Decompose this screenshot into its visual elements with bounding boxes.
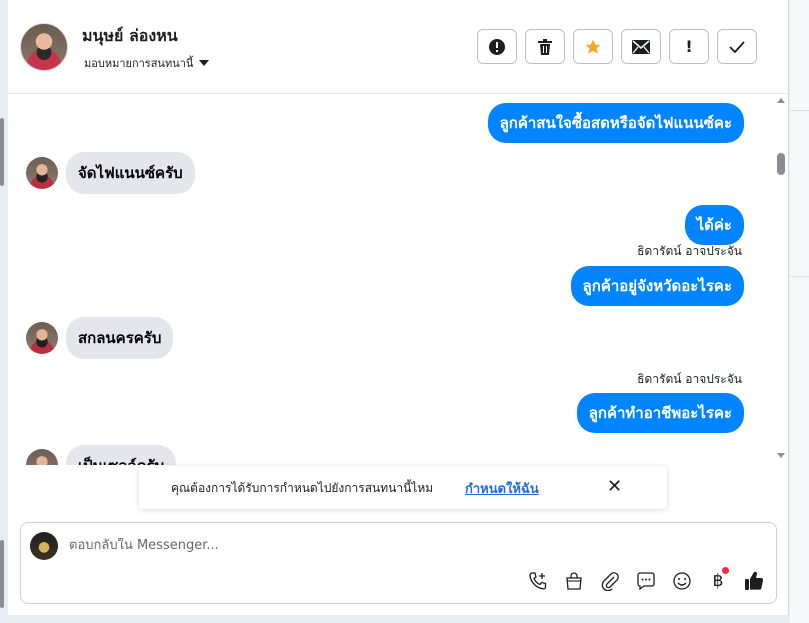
conversation-panel: มนุษย์ ล่องหน มอบหมายการสนทนานี้ ! ลูกค้… [8, 0, 789, 615]
alert-circle-icon [489, 38, 505, 55]
star-button[interactable] [573, 29, 613, 64]
page-avatar [30, 532, 58, 560]
done-button[interactable] [717, 29, 757, 64]
envelope-icon [632, 39, 650, 54]
assign-dropdown[interactable]: มอบหมายการสนทนานี้ [84, 54, 210, 72]
assign-label: มอบหมายการสนทนานี้ [84, 57, 194, 70]
message-incoming: สกลนครครับ [66, 317, 174, 359]
scrollbar-thumb[interactable] [777, 153, 785, 175]
chat-bubble-icon[interactable] [634, 569, 658, 593]
message-outgoing: ลูกค้าสนใจซื้อสดหรือจัดไฟแนนซ์คะ [487, 103, 744, 143]
message-outgoing: ได้ค่ะ [684, 205, 744, 245]
divider [790, 110, 809, 111]
assign-to-me-link[interactable]: กำหนดให้ฉัน [465, 478, 539, 499]
right-sidebar-edge [790, 0, 809, 623]
contact-avatar-small [26, 157, 58, 189]
contact-avatar-small [26, 322, 58, 354]
conversation-header: มนุษย์ ล่องหน มอบหมายการสนทนานี้ ! [8, 0, 789, 94]
reply-input[interactable] [69, 538, 669, 553]
spam-button[interactable] [477, 29, 517, 64]
sender-name: ธิดารัตน์ อาจประจัน [637, 372, 742, 386]
message-outgoing: ลูกค้าทำอาชีพอะไรคะ [576, 393, 744, 433]
delete-button[interactable] [525, 29, 565, 64]
close-icon[interactable]: ✕ [607, 476, 622, 497]
paperclip-icon[interactable] [598, 569, 622, 593]
scroll-down-arrow[interactable] [777, 453, 785, 458]
message-list[interactable]: ลูกค้าสนใจซื้อสดหรือจัดไฟแนนซ์คะ จัดไฟแน… [8, 95, 789, 465]
window-edge-handle-lower [0, 540, 4, 608]
follow-up-button[interactable]: ! [669, 29, 709, 64]
notification-dot [722, 567, 729, 574]
caret-down-icon [199, 60, 210, 66]
trash-icon [538, 38, 552, 55]
composer-toolbar: ฿ [526, 567, 766, 593]
smiley-icon[interactable] [670, 569, 694, 593]
contact-name[interactable]: มนุษย์ ล่องหน [82, 24, 178, 49]
exclamation-icon: ! [685, 37, 693, 56]
call-plus-icon[interactable] [526, 569, 550, 593]
message-outgoing: ลูกค้าอยู่จังหวัดอะไรคะ [570, 266, 744, 306]
assign-notice: คุณต้องการได้รับการกำหนดไปยังการสนทนานี้… [139, 466, 667, 509]
divider [790, 276, 809, 277]
message-composer: ฿ [20, 522, 777, 604]
shopping-bag-icon[interactable] [562, 569, 586, 593]
scroll-up-arrow[interactable] [777, 98, 785, 103]
thumbs-up-icon[interactable] [742, 569, 766, 593]
conversation-toolbar: ! [477, 29, 757, 64]
message-incoming: จัดไฟแนนซ์ครับ [66, 152, 195, 194]
check-icon [729, 40, 745, 53]
star-icon [585, 39, 601, 54]
contact-avatar[interactable] [20, 23, 68, 71]
sender-name: ธิดารัตน์ อาจประจัน [637, 244, 742, 258]
notice-text: คุณต้องการได้รับการกำหนดไปยังการสนทนานี้… [171, 481, 434, 495]
mark-unread-button[interactable] [621, 29, 661, 64]
message-incoming: เป็นเซลล์ครับ [66, 445, 177, 465]
contact-avatar-small [26, 449, 58, 465]
baht-icon[interactable]: ฿ [706, 567, 730, 593]
window-edge-handle [0, 118, 4, 186]
